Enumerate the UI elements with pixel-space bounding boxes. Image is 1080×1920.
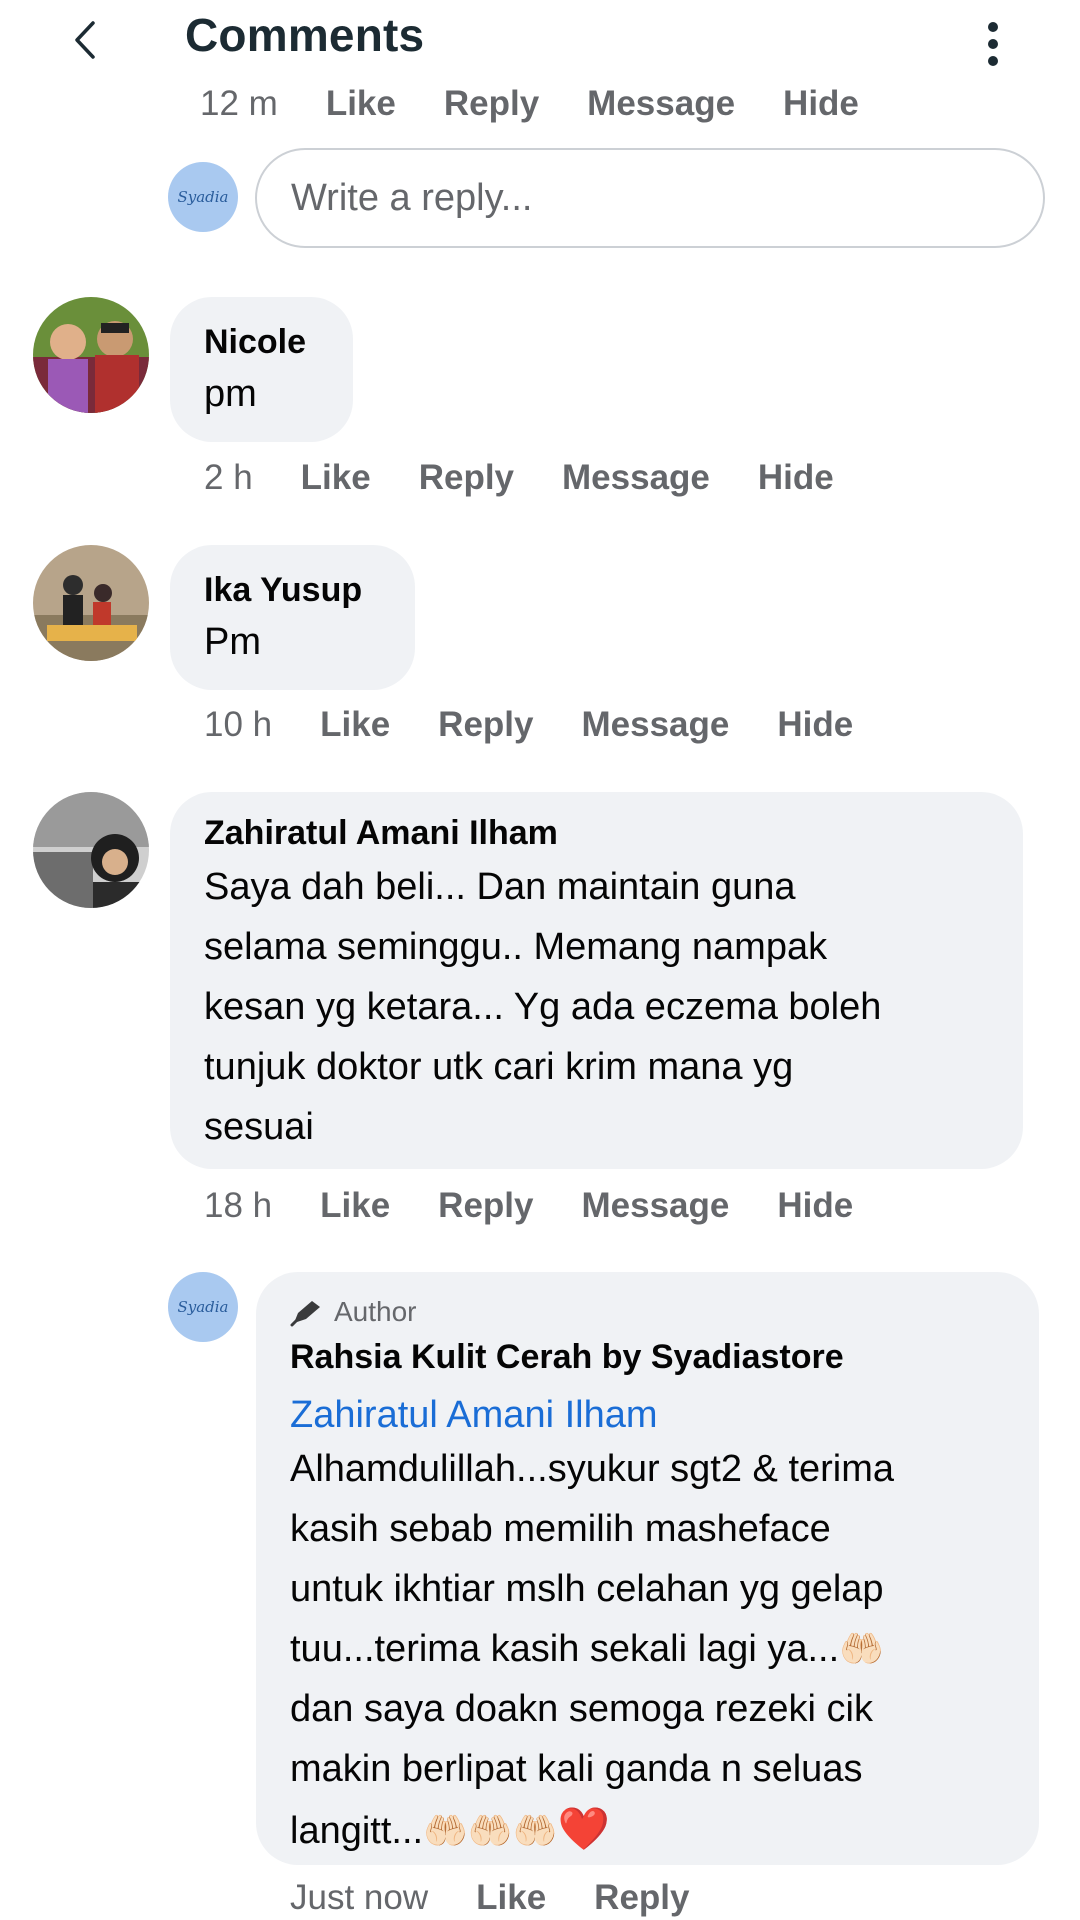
commenter-name[interactable]: Nicole (204, 323, 353, 362)
praying-hands-emoji: 🤲🏻 (467, 1810, 513, 1851)
comment-bubble: Ika Yusup Pm (170, 545, 415, 690)
comment-actions: 12 m Like Reply Message Hide (200, 84, 859, 124)
composer-avatar: Syadia (168, 162, 238, 232)
author-badge: Author (290, 1296, 1039, 1328)
message-button[interactable]: Message (581, 1186, 729, 1226)
user-photo (33, 545, 149, 661)
mention-link[interactable]: Zahiratul Amani Ilham (290, 1391, 1039, 1439)
page-title: Comments (185, 9, 425, 61)
more-options-button[interactable] (975, 14, 1011, 74)
author-name[interactable]: Rahsia Kulit Cerah by Syadiastore (290, 1338, 1039, 1377)
praying-hands-emoji: 🤲🏻 (423, 1810, 468, 1851)
reply-button[interactable]: Reply (438, 1186, 533, 1226)
comment-time: 2 h (204, 458, 253, 497)
comment-actions: 2 h Like Reply Message Hide (204, 458, 834, 498)
like-button[interactable]: Like (301, 458, 371, 498)
top-bar: Comments (0, 0, 1080, 96)
praying-hands-emoji: 🤲🏻 (839, 1628, 884, 1669)
hide-button[interactable]: Hide (777, 705, 853, 745)
praying-hands-emoji: 🤲🏻 (512, 1810, 558, 1851)
reply-text: Alhamdulillah...syukur sgt2 & terima kas… (290, 1448, 895, 1852)
reply-actions: Just now Like Reply (290, 1878, 689, 1918)
comment-time: 10 h (204, 705, 273, 744)
comment-bubble: Nicole pm (170, 297, 353, 442)
comment-text: Saya dah beli... Dan maintain guna selam… (204, 866, 882, 1148)
user-photo (33, 297, 149, 413)
brand-logo-text: Syadia (177, 188, 229, 206)
comment-bubble: Zahiratul Amani Ilham Saya dah beli... D… (170, 792, 1023, 1169)
reply-button[interactable]: Reply (444, 84, 539, 124)
user-photo (33, 792, 149, 908)
hide-button[interactable]: Hide (783, 84, 859, 124)
back-button[interactable] (60, 10, 110, 70)
hide-button[interactable]: Hide (777, 1186, 853, 1226)
reply-bubble: Author Rahsia Kulit Cerah by Syadiastore… (256, 1272, 1039, 1865)
commenter-name[interactable]: Zahiratul Amani Ilham (204, 814, 1023, 853)
more-icon (988, 22, 998, 32)
author-avatar[interactable]: Syadia (168, 1272, 238, 1342)
reply-button[interactable]: Reply (419, 458, 514, 498)
message-button[interactable]: Message (581, 705, 729, 745)
chevron-left-icon (75, 21, 95, 59)
comment-actions: 10 h Like Reply Message Hide (204, 705, 853, 745)
pen-icon (290, 1301, 320, 1327)
message-button[interactable]: Message (562, 458, 710, 498)
reply-time: Just now (290, 1878, 429, 1917)
message-button[interactable]: Message (587, 84, 735, 124)
like-button[interactable]: Like (320, 1186, 390, 1226)
comment-actions: 18 h Like Reply Message Hide (204, 1186, 853, 1226)
reply-input[interactable] (255, 148, 1045, 248)
heart-emoji: ❤️ (557, 1805, 610, 1852)
comment-text: pm (204, 373, 257, 415)
avatar[interactable] (33, 297, 149, 413)
commenter-name[interactable]: Ika Yusup (204, 571, 415, 610)
reply-button[interactable]: Reply (594, 1878, 689, 1918)
avatar[interactable] (33, 792, 149, 908)
comment-time: 18 h (204, 1186, 273, 1225)
like-button[interactable]: Like (476, 1878, 546, 1918)
brand-logo-text: Syadia (177, 1298, 229, 1316)
hide-button[interactable]: Hide (758, 458, 834, 498)
comment-text: Pm (204, 621, 261, 663)
reply-button[interactable]: Reply (438, 705, 533, 745)
avatar[interactable] (33, 545, 149, 661)
like-button[interactable]: Like (320, 705, 390, 745)
like-button[interactable]: Like (326, 84, 396, 124)
comment-time: 12 m (200, 84, 278, 123)
